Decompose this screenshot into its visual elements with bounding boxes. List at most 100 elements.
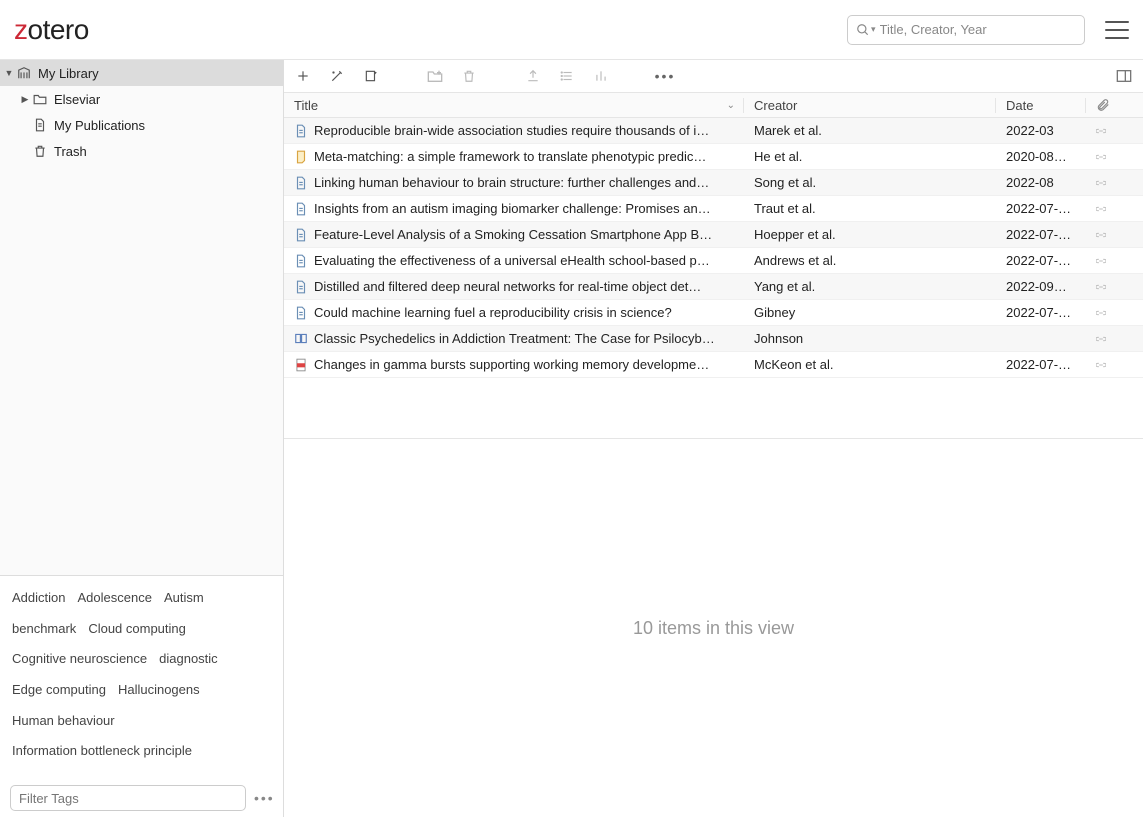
- cell-date: 2022-09…: [996, 279, 1086, 294]
- tag[interactable]: Cognitive neuroscience: [12, 647, 147, 672]
- more-button[interactable]: •••: [656, 68, 674, 84]
- cell-title: Feature-Level Analysis of a Smoking Cess…: [284, 227, 744, 242]
- table-row[interactable]: Insights from an autism imaging biomarke…: [284, 196, 1143, 222]
- cell-title: Insights from an autism imaging biomarke…: [284, 201, 744, 216]
- column-title[interactable]: Title ⌄: [284, 98, 744, 113]
- tag-pane: Addiction Adolescence Autism benchmark Cloud…: [0, 575, 283, 817]
- tag[interactable]: diagnostic: [159, 647, 218, 672]
- menu-button[interactable]: [1105, 21, 1129, 39]
- note-button[interactable]: [362, 69, 380, 83]
- layout-button[interactable]: [1115, 69, 1133, 83]
- table-row[interactable]: Feature-Level Analysis of a Smoking Cess…: [284, 222, 1143, 248]
- sort-indicator-icon: ⌄: [727, 100, 735, 111]
- table-row[interactable]: Evaluating the effectiveness of a univer…: [284, 248, 1143, 274]
- search-box[interactable]: ▾: [847, 15, 1085, 45]
- sidebar-item-trash[interactable]: Trash: [0, 138, 283, 164]
- sidebar-item-label: My Publications: [54, 118, 145, 133]
- item-title: Feature-Level Analysis of a Smoking Cess…: [314, 227, 712, 242]
- item-title: Reproducible brain-wide association stud…: [314, 123, 709, 138]
- sidebar-item-my-publications[interactable]: My Publications: [0, 112, 283, 138]
- cell-creator: Johnson: [744, 331, 996, 346]
- logo-z: z: [14, 14, 28, 45]
- tag[interactable]: Cloud computing: [88, 617, 186, 642]
- item-title: Insights from an autism imaging biomarke…: [314, 201, 711, 216]
- sidebar-item-label: Trash: [54, 144, 87, 159]
- main-area: ▼My Library▶Elseviar My Publications Trash…: [0, 60, 1143, 817]
- tag[interactable]: Edge computing: [12, 678, 106, 703]
- wand-button[interactable]: [328, 69, 346, 83]
- cell-attachment[interactable]: [1086, 307, 1116, 319]
- cell-date: 2022-07-…: [996, 253, 1086, 268]
- tag[interactable]: Adolescence: [77, 586, 151, 611]
- item-type-icon: [294, 280, 308, 294]
- tag[interactable]: Information bottleneck principle: [12, 739, 192, 764]
- cell-creator: Gibney: [744, 305, 996, 320]
- bars-button[interactable]: [592, 69, 610, 83]
- search-chevron-icon[interactable]: ▾: [871, 24, 876, 35]
- add-item-button[interactable]: [294, 69, 312, 83]
- cell-date: 2022-03: [996, 123, 1086, 138]
- list-button[interactable]: [558, 69, 576, 83]
- app-logo: zotero: [14, 14, 89, 46]
- item-type-icon: [294, 228, 308, 242]
- cell-attachment[interactable]: [1086, 203, 1116, 215]
- tag[interactable]: Addiction: [12, 586, 65, 611]
- table-row[interactable]: Linking human behaviour to brain structu…: [284, 170, 1143, 196]
- cell-attachment[interactable]: [1086, 229, 1116, 241]
- cell-attachment[interactable]: [1086, 177, 1116, 189]
- cell-title: Classic Psychedelics in Addiction Treatm…: [284, 331, 744, 346]
- cell-creator: He et al.: [744, 149, 996, 164]
- cell-title: Meta-matching: a simple framework to tra…: [284, 149, 744, 164]
- twisty-icon[interactable]: ▶: [20, 94, 30, 105]
- sidebar-item-my-library[interactable]: ▼My Library: [0, 60, 283, 86]
- folder-icon: [32, 93, 48, 105]
- column-attachment[interactable]: [1086, 98, 1120, 112]
- table-row[interactable]: Reproducible brain-wide association stud…: [284, 118, 1143, 144]
- column-creator[interactable]: Creator: [744, 98, 996, 113]
- cell-attachment[interactable]: [1086, 359, 1116, 371]
- cell-creator: Andrews et al.: [744, 253, 996, 268]
- cell-creator: Hoepper et al.: [744, 227, 996, 242]
- search-input[interactable]: [880, 22, 1076, 37]
- table-row[interactable]: Could machine learning fuel a reproducib…: [284, 300, 1143, 326]
- cell-date: 2022-07-…: [996, 305, 1086, 320]
- table-row[interactable]: Distilled and filtered deep neural netwo…: [284, 274, 1143, 300]
- export-button[interactable]: [524, 69, 542, 83]
- item-title: Linking human behaviour to brain structu…: [314, 175, 709, 190]
- status-text: 10 items in this view: [633, 618, 794, 639]
- sidebar: ▼My Library▶Elseviar My Publications Trash…: [0, 60, 284, 817]
- tag[interactable]: Hallucinogens: [118, 678, 200, 703]
- trash-button[interactable]: [460, 69, 478, 83]
- tag[interactable]: machine learning: [123, 770, 222, 776]
- add-to-collection-button[interactable]: [426, 69, 444, 83]
- tag[interactable]: Human behaviour: [12, 709, 115, 734]
- column-date[interactable]: Date: [996, 98, 1086, 113]
- table-row[interactable]: Classic Psychedelics in Addiction Treatm…: [284, 326, 1143, 352]
- twisty-icon[interactable]: ▼: [4, 68, 14, 78]
- cell-attachment[interactable]: [1086, 333, 1116, 345]
- tag[interactable]: Autism: [164, 586, 204, 611]
- sidebar-item-elseviar[interactable]: ▶Elseviar: [0, 86, 283, 112]
- cell-attachment[interactable]: [1086, 281, 1116, 293]
- item-title: Classic Psychedelics in Addiction Treatm…: [314, 331, 715, 346]
- tag-menu-button[interactable]: •••: [254, 790, 275, 806]
- column-title-label: Title: [294, 98, 318, 113]
- table-row[interactable]: Changes in gamma bursts supporting worki…: [284, 352, 1143, 378]
- item-type-icon: [294, 124, 308, 138]
- document-icon: [32, 118, 48, 132]
- table-row[interactable]: Meta-matching: a simple framework to tra…: [284, 144, 1143, 170]
- cell-title: Linking human behaviour to brain structu…: [284, 175, 744, 190]
- cell-attachment[interactable]: [1086, 151, 1116, 163]
- cell-date: 2022-08: [996, 175, 1086, 190]
- collections-tree: ▼My Library▶Elseviar My Publications Trash: [0, 60, 283, 164]
- tag[interactable]: benchmark: [12, 617, 76, 642]
- item-title: Evaluating the effectiveness of a univer…: [314, 253, 710, 268]
- tag-list: Addiction Adolescence Autism benchmark Cloud…: [12, 586, 271, 776]
- cell-attachment[interactable]: [1086, 255, 1116, 267]
- cell-attachment[interactable]: [1086, 125, 1116, 137]
- cell-creator: McKeon et al.: [744, 357, 996, 372]
- item-title: Could machine learning fuel a reproducib…: [314, 305, 672, 320]
- tag[interactable]: Machine learning: [12, 770, 111, 776]
- tag-filter-input[interactable]: [10, 785, 246, 811]
- cell-title: Reproducible brain-wide association stud…: [284, 123, 744, 138]
